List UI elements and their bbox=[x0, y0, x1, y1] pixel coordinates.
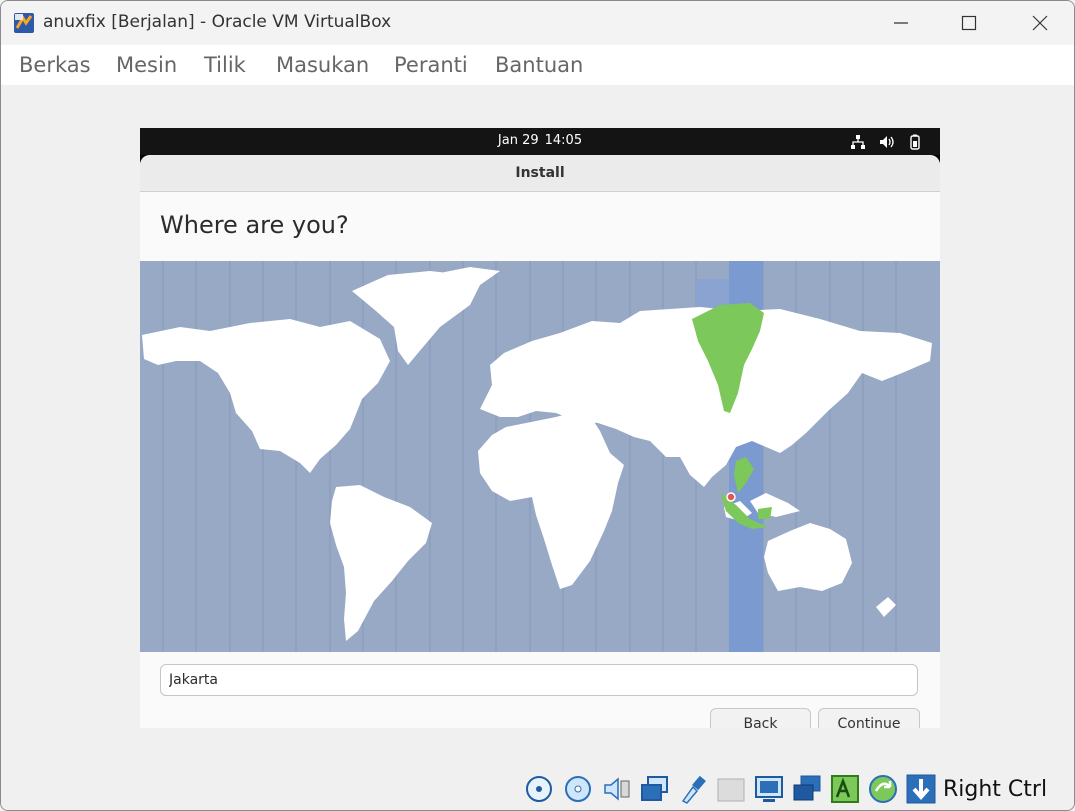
install-dialog: Install Where are you? Jakarta Back Cont… bbox=[140, 155, 940, 728]
mouse-integration-icon[interactable] bbox=[867, 773, 899, 805]
menu-tilik[interactable]: Tilik bbox=[204, 53, 246, 77]
network-adapter-icon[interactable] bbox=[639, 773, 671, 805]
shared-folder-icon[interactable] bbox=[715, 773, 747, 805]
capture-icon[interactable] bbox=[791, 773, 823, 805]
clock-date: Jan 29 bbox=[497, 133, 539, 148]
menu-mesin[interactable]: Mesin bbox=[116, 53, 177, 77]
menu-bantuan[interactable]: Bantuan bbox=[495, 53, 583, 77]
recording-icon[interactable] bbox=[829, 773, 861, 805]
page-title: Where are you? bbox=[160, 211, 349, 239]
minimize-button[interactable] bbox=[878, 1, 924, 45]
window-title: anuxfix [Berjalan] - Oracle VM VirtualBo… bbox=[43, 12, 392, 32]
minimize-icon bbox=[894, 22, 908, 24]
virtualbox-window: anuxfix [Berjalan] - Oracle VM VirtualBo… bbox=[0, 0, 1075, 811]
status-bar: Right Ctrl bbox=[1, 771, 1074, 810]
battery-icon[interactable] bbox=[906, 133, 924, 151]
dialog-header-bar: Install bbox=[140, 155, 940, 192]
volume-icon[interactable] bbox=[878, 133, 896, 151]
virtualbox-app-icon bbox=[14, 13, 34, 33]
title-bar: anuxfix [Berjalan] - Oracle VM VirtualBo… bbox=[1, 1, 1074, 45]
maximize-icon bbox=[961, 15, 977, 31]
menu-peranti[interactable]: Peranti bbox=[394, 53, 468, 77]
menu-bar: Berkas Mesin Tilik Masukan Peranti Bantu… bbox=[1, 45, 1074, 85]
display-icon[interactable] bbox=[753, 773, 785, 805]
optical-disk-icon[interactable] bbox=[562, 773, 594, 805]
usb-icon[interactable] bbox=[677, 773, 709, 805]
hard-disk-icon[interactable] bbox=[523, 773, 555, 805]
guest-clock[interactable]: Jan 29 14:05 bbox=[140, 133, 940, 148]
location-pin-icon bbox=[726, 492, 736, 502]
keyboard-capture-icon[interactable] bbox=[905, 773, 937, 805]
continue-button[interactable]: Continue bbox=[818, 708, 920, 728]
location-input[interactable] bbox=[160, 664, 918, 696]
maximize-button[interactable] bbox=[946, 1, 992, 45]
guest-top-bar: Jan 29 14:05 bbox=[140, 128, 940, 155]
audio-icon[interactable] bbox=[601, 773, 633, 805]
close-icon bbox=[1032, 15, 1048, 31]
host-key-label: Right Ctrl bbox=[943, 777, 1048, 802]
network-icon[interactable] bbox=[849, 133, 867, 151]
menu-masukan[interactable]: Masukan bbox=[276, 53, 369, 77]
timezone-map[interactable] bbox=[140, 261, 940, 652]
back-button[interactable]: Back bbox=[710, 708, 811, 728]
dialog-title: Install bbox=[515, 165, 565, 181]
clock-time: 14:05 bbox=[544, 133, 583, 148]
guest-screen[interactable]: Jan 29 14:05 Install Where are you? Jaka… bbox=[140, 128, 940, 728]
menu-berkas[interactable]: Berkas bbox=[19, 53, 91, 77]
close-button[interactable] bbox=[1017, 1, 1063, 45]
